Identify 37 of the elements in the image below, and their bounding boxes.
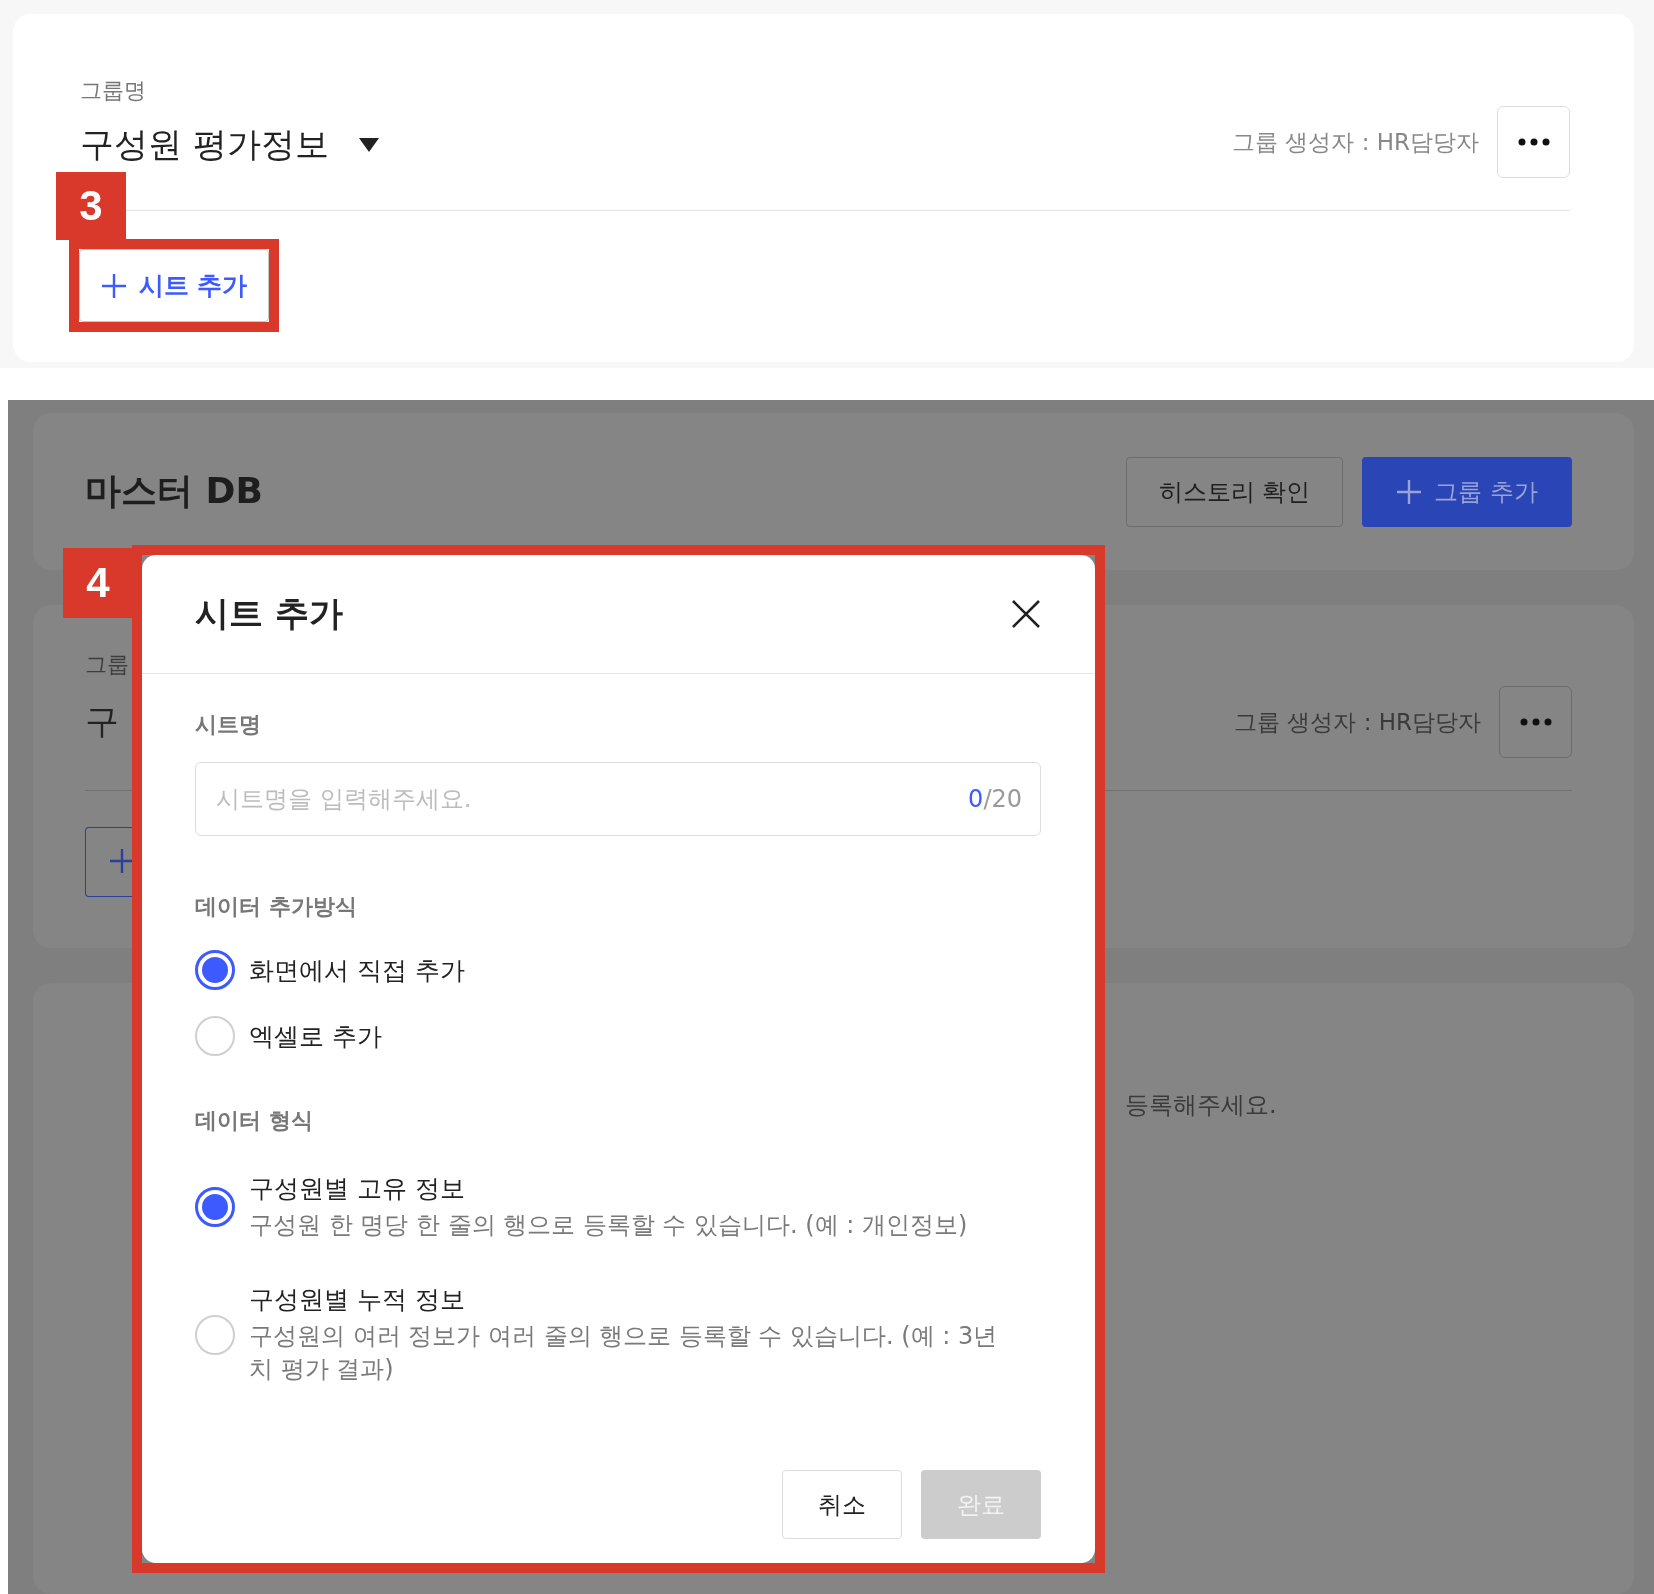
section-label: 데이터 형식 [195,1107,314,1135]
option-label: 구성원별 고유 정보 [249,1173,466,1205]
group-label: 그룹명 [80,77,147,105]
empty-hint: 등록해주세요. [1125,1091,1277,1119]
plus-icon [100,272,127,299]
caret-icon[interactable] [358,138,379,152]
more-button[interactable] [1499,686,1572,758]
more-icon [1517,138,1550,146]
option-label: 화면에서 직접 추가 [249,954,465,987]
step-badge: 4 [63,548,133,618]
sheet-name-field[interactable]: 시트명을 입력해주세요. 0/20 [195,762,1041,836]
plus-icon [1396,478,1423,505]
history-button[interactable]: 히스토리 확인 [1126,456,1343,527]
option-label: 구성원별 누적 정보 [249,1283,466,1316]
step-badge: 3 [56,172,126,240]
option-description: 구성원의 여러 정보가 여러 줄의 행으로 등록할 수 있습니다. (예 : 3년치 평가 결과) [249,1320,999,1386]
add-sheet-button[interactable]: 시트 추가 [79,249,269,322]
dialog-title: 시트 추가 [195,592,343,635]
group-creator: 그룹 생성자 : HR담당자 [1234,707,1481,737]
option-description: 구성원 한 명당 한 줄의 행으로 등록할 수 있습니다. (예 : 개인정보) [249,1210,969,1241]
more-icon [1519,718,1552,726]
page-title: 마스터 DB [85,469,263,513]
group-name: 구성원 평가정보 [80,123,329,166]
cancel-button[interactable]: 취소 [782,1470,902,1539]
radio-button[interactable] [195,1187,235,1228]
plus-icon [108,847,135,874]
field-label: 시트명 [195,711,262,739]
group-label: 그룹 [85,652,129,677]
add-sheet-button[interactable] [85,827,135,897]
character-counter: 0/20 [968,785,1022,813]
close-button[interactable] [1011,599,1041,629]
group-name: 구 [85,700,119,743]
radio-button[interactable] [195,950,235,990]
group-creator: 그룹 생성자 : HR담당자 [1232,127,1479,157]
option-label: 엑셀로 추가 [249,1020,382,1053]
section-label: 데이터 추가방식 [195,893,358,921]
add-group-button[interactable]: 그룹 추가 [1362,456,1572,527]
